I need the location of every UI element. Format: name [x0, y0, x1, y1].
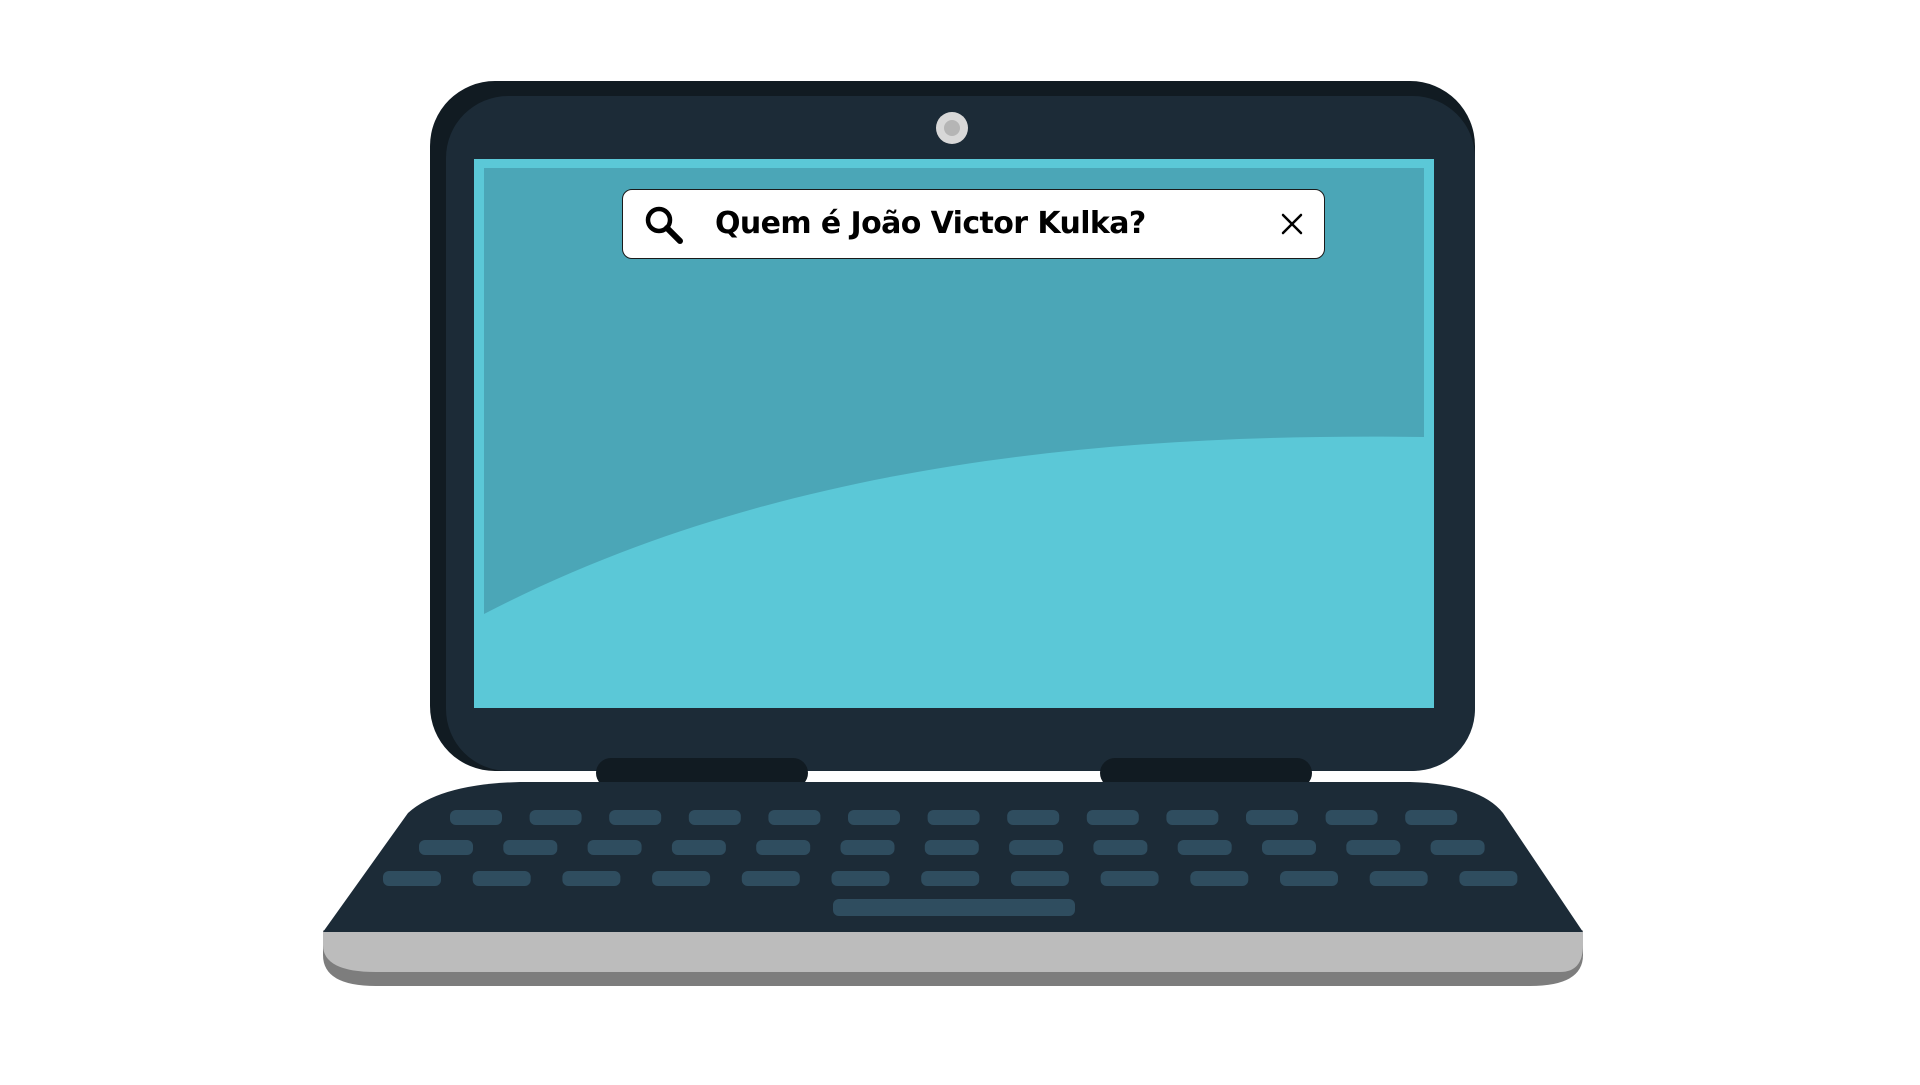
keyboard-key	[383, 871, 441, 886]
keyboard-key	[1007, 810, 1060, 825]
keyboard-key	[472, 871, 531, 886]
keyboard-key	[840, 840, 895, 855]
keyboard-key	[1430, 840, 1485, 855]
keyboard-key	[450, 810, 502, 825]
keyboard-key	[609, 810, 662, 825]
webcam-lens	[944, 120, 960, 136]
keyboard-key	[671, 840, 726, 855]
keyboard-key	[587, 840, 642, 855]
close-icon[interactable]	[1278, 210, 1306, 238]
keyboard-key	[652, 871, 711, 886]
laptop-base-edge	[323, 930, 1583, 972]
laptop-graphic	[323, 81, 1583, 986]
keyboard-key	[1280, 871, 1338, 886]
keyboard-key	[1190, 871, 1249, 886]
keyboard-key	[1325, 810, 1378, 825]
keyboard-key	[529, 810, 582, 825]
spacebar	[833, 899, 1075, 916]
keyboard-key	[1177, 840, 1232, 855]
keyboard-key	[1086, 810, 1139, 825]
keyboard-key	[1459, 871, 1518, 886]
keyboard-key	[1262, 840, 1316, 855]
keyboard-key	[927, 810, 980, 825]
keyboard-key	[1246, 810, 1298, 825]
keyboard-key	[1100, 871, 1159, 886]
search-icon[interactable]	[643, 204, 685, 246]
keyboard-key	[768, 810, 821, 825]
search-query[interactable]: Quem é João Victor Kulka?	[715, 190, 1146, 258]
keyboard-key	[831, 871, 890, 886]
laptop-illustration: Quem é João Victor Kulka?	[0, 0, 1920, 1080]
keyboard-key	[1346, 840, 1401, 855]
keyboard-key	[503, 840, 558, 855]
keyboard-key	[848, 810, 900, 825]
keyboard-key	[924, 840, 979, 855]
keyboard-key	[1166, 810, 1219, 825]
keyboard-key	[419, 840, 473, 855]
keyboard-key	[1405, 810, 1458, 825]
keyboard-key	[1369, 871, 1428, 886]
keyboard-key	[1010, 871, 1069, 886]
keyboard-key	[741, 871, 800, 886]
keyboard-key	[562, 871, 621, 886]
keyboard-key	[756, 840, 811, 855]
keyboard-key	[688, 810, 741, 825]
search-bar[interactable]: Quem é João Victor Kulka?	[622, 189, 1325, 259]
keyboard-key	[1009, 840, 1064, 855]
keyboard-key	[1093, 840, 1148, 855]
keyboard-key	[921, 871, 980, 886]
